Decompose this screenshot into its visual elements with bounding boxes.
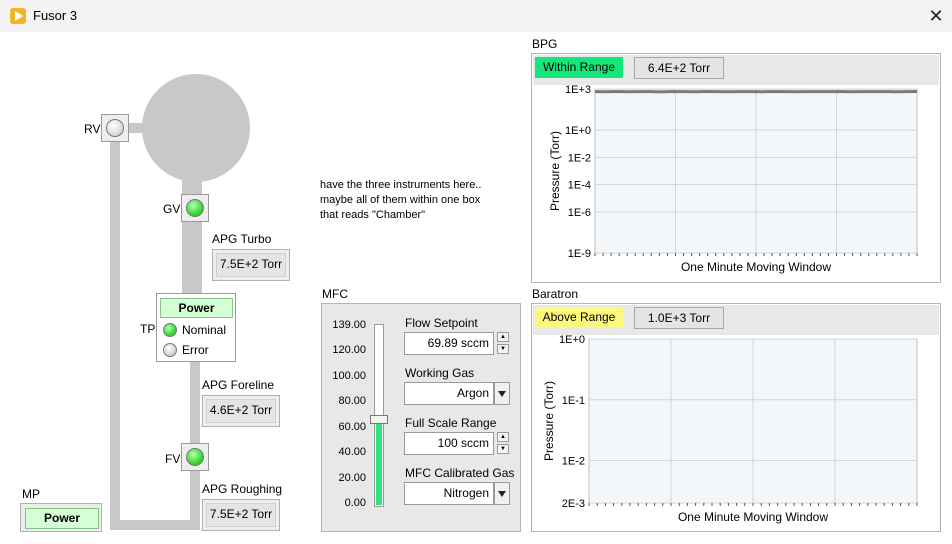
y-tick-label: 1E-2 <box>568 152 591 164</box>
bpg-graph-panel: Within Range 6.4E+2 Torr 1E+3 1E+0 1E-2 1E-… <box>531 53 941 283</box>
rv-label: RV <box>84 122 101 136</box>
note-line-2: maybe all of them within one box <box>320 194 481 206</box>
mfc-scale-tick: 120.00 <box>332 344 366 357</box>
turbo-neck <box>182 175 202 295</box>
mfc-scale-tick: 100.00 <box>332 369 366 382</box>
note-text: have the three instruments here.. maybe … <box>320 178 481 223</box>
fv-valve[interactable] <box>181 443 209 471</box>
tp-error-indicator <box>163 343 177 357</box>
mp-power-button[interactable]: Power <box>25 508 99 529</box>
turbo-pump-panel: Power Nominal Error <box>156 293 236 362</box>
window-title: Fusor 3 <box>33 8 78 23</box>
apg-roughing-label: APG Roughing <box>202 482 283 496</box>
mfc-scale-tick: 80.00 <box>338 395 366 408</box>
tp-nominal-label: Nominal <box>182 323 227 337</box>
chamber <box>142 74 250 182</box>
gv-valve[interactable] <box>181 194 209 222</box>
mfc-slider-thumb[interactable] <box>370 415 388 424</box>
x-axis-label: One Minute Moving Window <box>681 260 831 274</box>
apg-foreline-readout: 4.6E+2 Torr <box>202 395 280 427</box>
y-tick-label: 1E+0 <box>565 125 591 137</box>
tp-nominal-indicator <box>163 323 177 337</box>
y-tick-label: 1E-9 <box>568 248 591 260</box>
baratron-chart: 1E+0 1E-1 1E-2 2E-3 One Minute Moving Window… <box>542 335 918 524</box>
mfc-scale-tick: 60.00 <box>338 420 366 433</box>
mp-panel: Power <box>20 503 102 532</box>
roughing-line <box>110 125 120 530</box>
mfc-slider-fill <box>376 419 382 505</box>
y-axis-label: Pressure (Torr) <box>542 381 556 461</box>
calibrated-gas-select[interactable]: Nitrogen <box>404 482 494 505</box>
title-bar: Fusor 3 ✕ <box>0 0 952 32</box>
fv-indicator <box>186 448 204 466</box>
working-gas-select[interactable]: Argon <box>404 382 494 405</box>
apg-turbo-value: 7.5E+2 Torr <box>216 253 286 277</box>
apg-roughing-readout: 7.5E+2 Torr <box>202 499 280 531</box>
mfc-scale-tick: 0.00 <box>344 497 366 509</box>
close-icon[interactable]: ✕ <box>920 0 952 32</box>
mp-label: MP <box>22 487 40 501</box>
y-tick-label: 1E+3 <box>565 85 591 96</box>
fv-label: FV <box>165 452 181 466</box>
calibrated-gas-dropdown-icon[interactable] <box>494 482 510 505</box>
y-tick-label: 1E-6 <box>568 207 591 219</box>
bpg-title: BPG <box>532 37 558 51</box>
full-scale-field[interactable]: 100 sccm <box>404 432 494 455</box>
y-axis-label: Pressure (Torr) <box>548 131 562 211</box>
apg-turbo-readout: 7.5E+2 Torr <box>212 249 290 281</box>
working-gas-dropdown-icon[interactable] <box>494 382 510 405</box>
gv-indicator <box>186 199 204 217</box>
apg-foreline-value: 4.6E+2 Torr <box>206 399 276 423</box>
full-scale-decrement[interactable]: ▼ <box>497 444 509 454</box>
y-tick-label: 1E-4 <box>568 180 591 192</box>
note-line-1: have the three instruments here.. <box>320 179 482 191</box>
rv-indicator <box>106 119 124 137</box>
flow-setpoint-label: Flow Setpoint <box>405 316 478 330</box>
calibrated-gas-label: MFC Calibrated Gas <box>405 466 515 480</box>
apg-foreline-label: APG Foreline <box>202 378 275 392</box>
mfc-panel: 139.00 120.00 100.00 80.00 60.00 40.00 20.00 0.… <box>321 303 521 532</box>
apg-roughing-value: 7.5E+2 Torr <box>206 503 276 527</box>
mfc-slider[interactable] <box>370 324 388 507</box>
flow-setpoint-increment[interactable]: ▲ <box>497 332 509 342</box>
flow-setpoint-decrement[interactable]: ▼ <box>497 344 509 354</box>
y-tick-label: 1E+0 <box>559 335 585 346</box>
mfc-scale-tick: 40.00 <box>338 446 366 459</box>
bpg-reading: 6.4E+2 Torr <box>634 57 724 79</box>
mfc-title: MFC <box>322 287 348 301</box>
x-axis-label: One Minute Moving Window <box>678 510 828 524</box>
baratron-graph-panel: Above Range 1.0E+3 Torr 1E+0 1E-1 1E-2 2E-3… <box>531 303 941 532</box>
full-scale-label: Full Scale Range <box>405 416 497 430</box>
y-tick-label: 1E-1 <box>562 395 585 407</box>
mfc-scale-tick: 20.00 <box>338 471 366 484</box>
baratron-status-badge: Above Range <box>535 307 623 328</box>
app-icon <box>10 8 26 24</box>
mfc-scale-tick: 139.00 <box>332 319 366 331</box>
bpg-status-badge: Within Range <box>535 57 623 78</box>
apg-turbo-label: APG Turbo <box>212 232 272 246</box>
baratron-reading: 1.0E+3 Torr <box>634 307 724 329</box>
y-tick-label: 2E-3 <box>562 498 585 510</box>
tp-power-button[interactable]: Power <box>160 298 233 318</box>
gv-label: GV <box>163 202 181 216</box>
tp-label: TP <box>140 322 156 336</box>
y-tick-label: 1E-2 <box>562 456 585 468</box>
rv-valve[interactable] <box>101 114 129 142</box>
bpg-chart: 1E+3 1E+0 1E-2 1E-4 1E-6 1E-9 One Minute Movin… <box>548 85 918 274</box>
working-gas-label: Working Gas <box>405 366 475 380</box>
tp-error-label: Error <box>182 343 209 357</box>
flow-setpoint-field[interactable]: 69.89 sccm <box>404 332 494 355</box>
full-scale-increment[interactable]: ▲ <box>497 432 509 442</box>
bottom-pipe <box>110 520 200 530</box>
note-line-3: that reads "Chamber" <box>320 209 426 221</box>
baratron-title: Baratron <box>532 287 579 301</box>
